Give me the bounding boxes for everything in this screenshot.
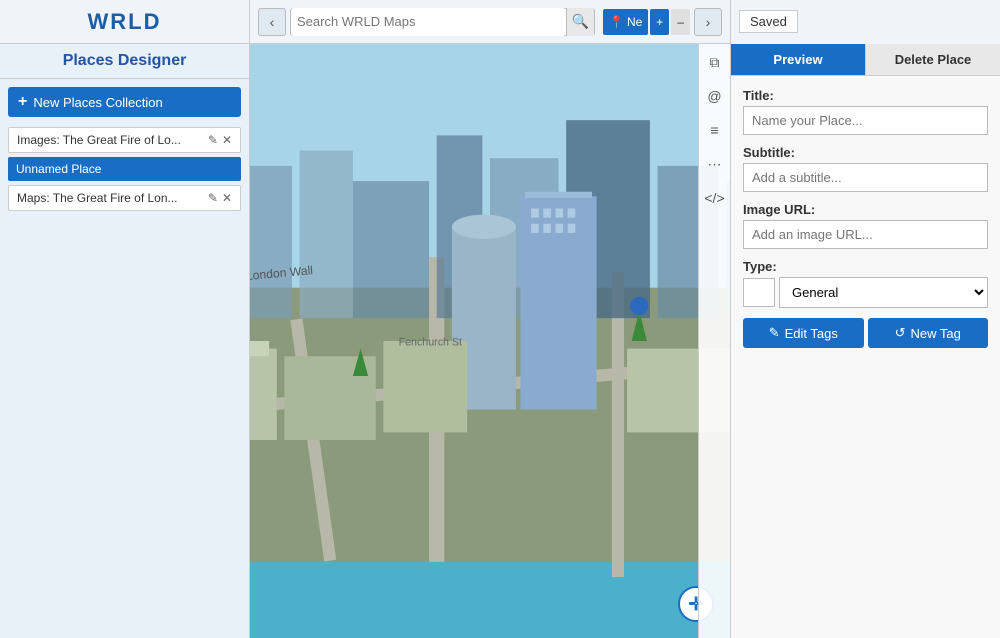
nav-back-button[interactable]: ‹ [258,8,286,36]
type-select[interactable]: General [779,277,988,308]
new-tag-button[interactable]: ↺ New Tag [868,318,989,348]
subtitle-field-group: Subtitle: [743,145,988,192]
map-toolbar: ‹ 🔍 📍 Ne + – › [250,8,730,36]
sidebar-item-maps-collection[interactable]: Maps: The Great Fire of Lon... ✎ ✕ [8,185,241,211]
type-label: Type: [743,259,988,274]
title-field-group: Title: [743,88,988,135]
map-canvas[interactable]: London Wall Worships... Fenchurch St ✛ [250,44,730,638]
sidebar-item-images-collection[interactable]: Images: The Great Fire of Lo... ✎ ✕ [8,127,241,153]
search-input[interactable] [291,8,566,36]
add-button[interactable]: + [650,9,669,35]
list-button[interactable]: ≡ [703,118,727,142]
svg-text:Fenchurch St: Fenchurch St [399,337,462,349]
copy-button[interactable]: ⧉ [703,50,727,74]
dots-button[interactable]: ⋯ [703,152,727,176]
close-icon[interactable]: ✕ [222,133,232,147]
map-pin-controls: 📍 Ne + – [603,9,690,35]
edit-icon-2[interactable]: ✎ [208,191,218,205]
panel-form: Title: Subtitle: Image URL: Type: 1 Gene… [731,76,1000,360]
subtitle-label: Subtitle: [743,145,988,160]
tag-row: ✎ Edit Tags ↺ New Tag [743,318,988,348]
image-url-field-group: Image URL: [743,202,988,249]
app-logo: WRLD [88,9,162,35]
code-button[interactable]: </> [703,186,727,210]
map-area[interactable]: London Wall Worships... Fenchurch St ✛ ⧉… [250,44,730,638]
minus-button[interactable]: – [671,9,690,35]
image-url-label: Image URL: [743,202,988,217]
tag-icon: ↺ [895,325,906,341]
search-bar-container: 🔍 [290,8,595,36]
type-row: 1 General [743,277,988,308]
preview-button[interactable]: Preview [731,44,865,75]
pencil-icon: ✎ [769,325,780,341]
type-number-input[interactable]: 1 [743,278,775,307]
map-side-toolbar: ⧉ @ ≡ ⋯ </> [698,44,730,638]
image-url-input[interactable] [743,220,988,249]
right-panel-top: Saved [730,0,1000,44]
main-content: Places Designer + New Places Collection … [0,44,1000,638]
new-collection-button[interactable]: + New Places Collection [8,87,241,117]
item-actions: ✎ ✕ [208,133,232,147]
sidebar-item-unnamed-place[interactable]: Unnamed Place [8,157,241,181]
item-actions-2: ✎ ✕ [208,191,232,205]
edit-icon[interactable]: ✎ [208,133,218,147]
delete-place-button[interactable]: Delete Place [865,44,1000,75]
type-field-group: Type: 1 General [743,259,988,308]
sidebar-title: Places Designer [0,44,249,79]
pin-icon: 📍 [609,15,624,29]
logo-area: WRLD [0,0,250,43]
title-label: Title: [743,88,988,103]
pin-button[interactable]: 📍 Ne [603,9,648,35]
subtitle-input[interactable] [743,163,988,192]
nav-forward-button[interactable]: › [694,8,722,36]
close-icon-2[interactable]: ✕ [222,191,232,205]
at-button[interactable]: @ [703,84,727,108]
plus-icon: + [18,93,27,111]
title-input[interactable] [743,106,988,135]
panel-actions: Preview Delete Place [731,44,1000,76]
right-panel: Preview Delete Place Title: Subtitle: Im… [730,44,1000,638]
search-button[interactable]: 🔍 [566,8,594,36]
top-bar: WRLD ‹ 🔍 📍 Ne + – › Saved [0,0,1000,44]
saved-status: Saved [739,10,798,33]
sidebar: Places Designer + New Places Collection … [0,44,250,638]
map-svg: London Wall Worships... Fenchurch St [250,44,730,638]
edit-tags-button[interactable]: ✎ Edit Tags [743,318,864,348]
